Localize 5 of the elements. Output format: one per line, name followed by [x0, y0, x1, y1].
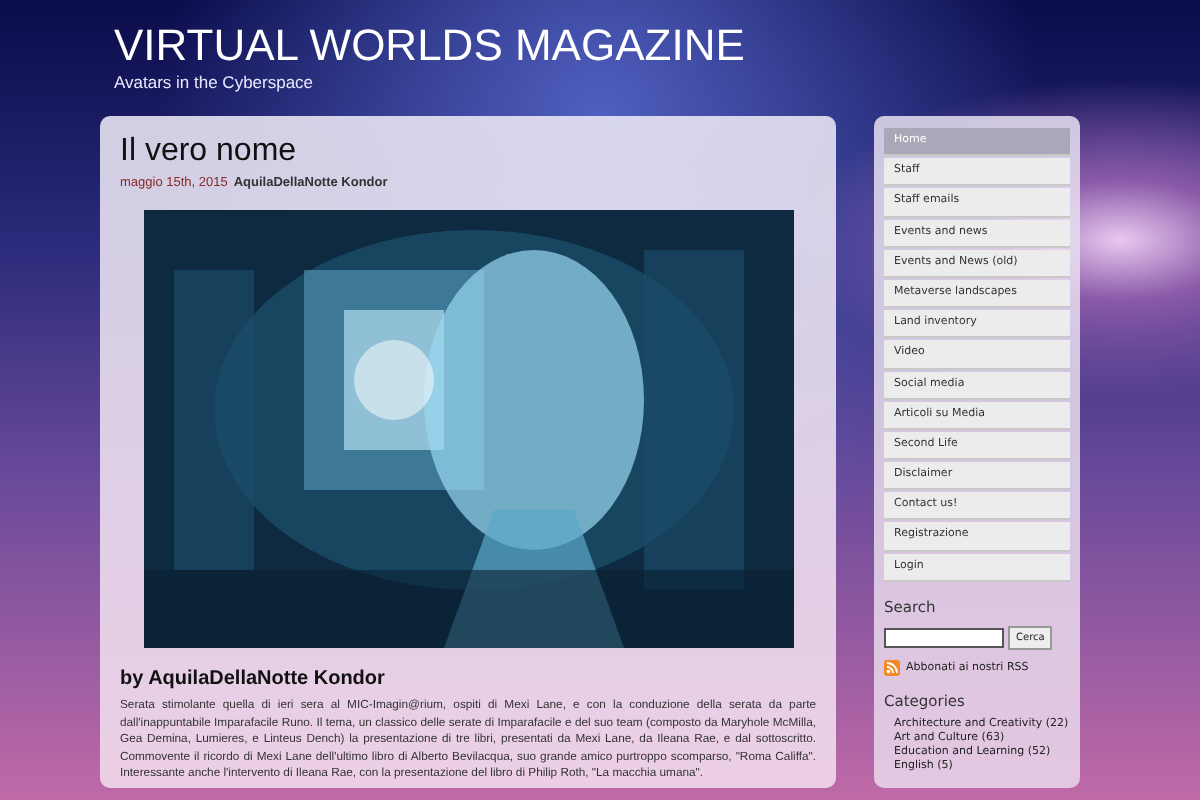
byline: by AquilaDellaNotte Kondor [120, 668, 387, 690]
site-tagline: Avatars in the Cyberspace [114, 72, 316, 92]
search-field[interactable] [884, 627, 1004, 648]
post-title[interactable]: Il vero nome [120, 132, 816, 172]
site-title[interactable]: VIRTUAL WORLDS MAGAZINE [114, 20, 1200, 72]
